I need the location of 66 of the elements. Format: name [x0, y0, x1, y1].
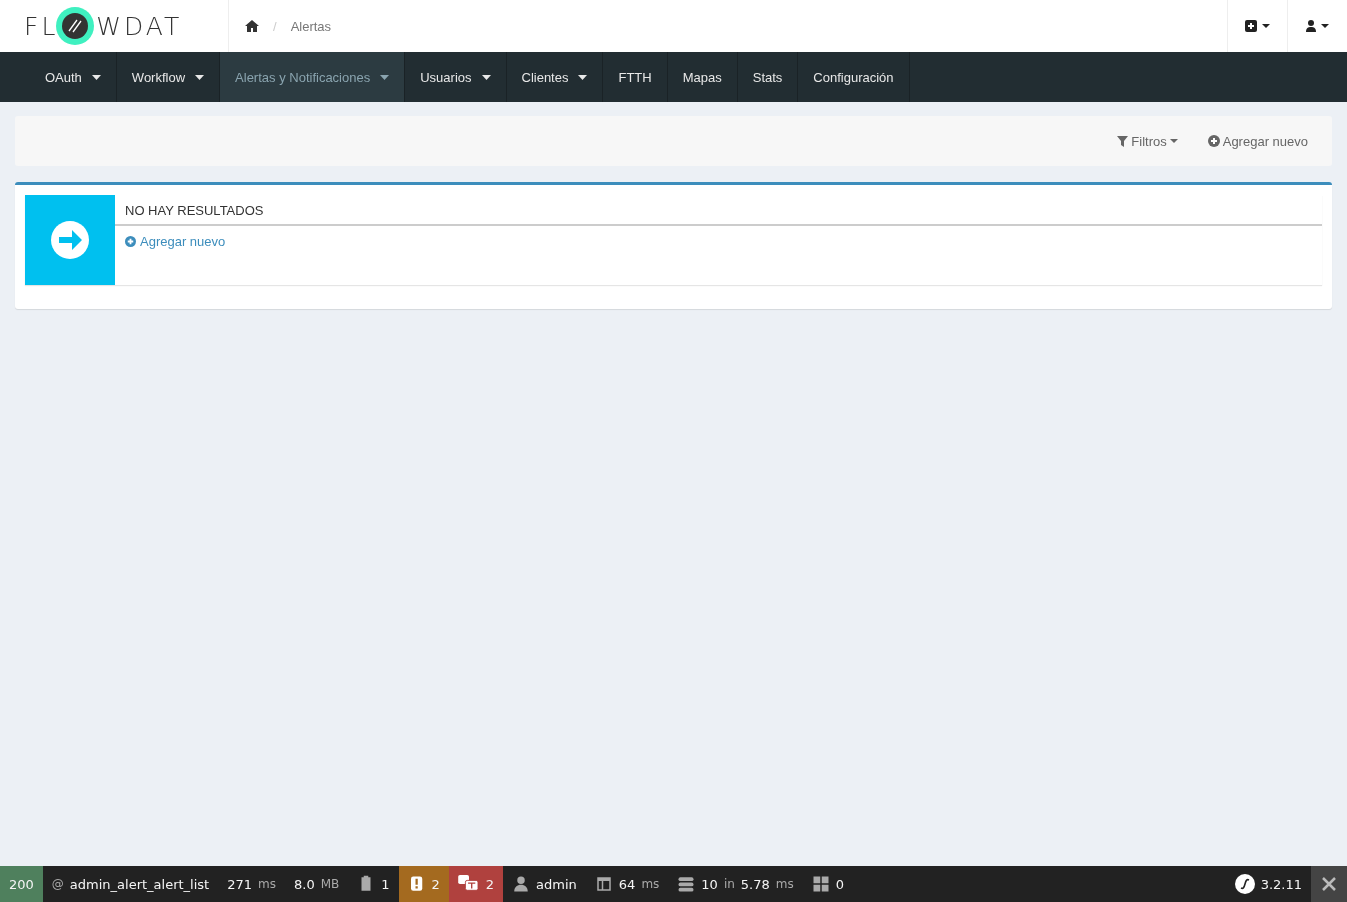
user-icon: [1306, 20, 1316, 32]
toolbar-value: 10: [701, 876, 718, 892]
toolbar-unit: @: [51, 877, 64, 891]
toolbar-item[interactable]: 8.0 MB: [285, 866, 349, 902]
toolbar-item[interactable]: 1: [348, 866, 399, 902]
nav-menu-item[interactable]: Stats: [737, 52, 799, 102]
toolbar-value: 200: [9, 876, 34, 892]
toolbar-unit: MB: [320, 877, 340, 891]
add-new-button[interactable]: Agregar nuevo: [1199, 133, 1316, 149]
toolbar-item[interactable]: 2: [398, 866, 449, 902]
plus-circle-icon: [125, 236, 136, 247]
toolbar-unit: ms: [258, 877, 276, 891]
toolbar-value: 2: [485, 876, 495, 892]
logo-text: WDAT: [96, 11, 183, 41]
toolbar-unit: ms: [641, 877, 660, 891]
nav-menu-item[interactable]: Configuración: [798, 52, 910, 102]
toolbar-value: 2: [431, 876, 440, 892]
toolbar-value: admin_alert_alert_list: [69, 876, 210, 892]
empty-results-title: NO HAY RESULTADOS: [115, 195, 1322, 226]
filters-button[interactable]: Filtros: [1109, 133, 1186, 149]
toolbar-item[interactable]: 64 ms: [585, 866, 669, 902]
toolbar-item[interactable]: 0: [802, 866, 854, 902]
toolbar-item[interactable]: 200: [0, 866, 43, 902]
user-icon: [512, 875, 531, 893]
home-icon[interactable]: [245, 20, 259, 32]
caret-icon: [1169, 139, 1178, 143]
toolbar-item[interactable]: @ admin_alert_alert_list: [42, 866, 219, 902]
nav-menu-item[interactable]: OAuth: [30, 52, 117, 102]
nav-menu-item[interactable]: FTTH: [603, 52, 668, 102]
toolbar-item[interactable]: 10 in 5.78 ms: [668, 866, 803, 902]
nav-menu-item[interactable]: Clientes: [506, 52, 604, 102]
sf-logo-icon: [1234, 874, 1255, 894]
filter-icon: [1117, 135, 1129, 147]
grid-icon: [811, 875, 830, 893]
arrow-circle-icon: [50, 220, 90, 260]
close-button[interactable]: [1311, 866, 1347, 902]
caret-icon: [1321, 24, 1329, 28]
toolbar-unit: in: [723, 877, 735, 891]
plus-circle-icon: [1207, 135, 1220, 147]
framework-version[interactable]: 3.2.11: [1225, 866, 1311, 902]
toolbar-item[interactable]: 2: [448, 866, 504, 902]
breadcrumb-item[interactable]: Alertas: [290, 18, 332, 34]
translation-icon: [457, 875, 480, 893]
logo-ring-icon: [56, 7, 95, 45]
toolbar-value: admin: [536, 876, 577, 892]
toolbar-item[interactable]: admin: [503, 866, 586, 902]
toolbar-value: 1: [381, 876, 390, 892]
logo-text: FL: [24, 11, 59, 41]
add-new-link[interactable]: Agregar nuevo: [115, 226, 236, 257]
toolbar-item[interactable]: 271 ms: [218, 866, 285, 902]
plus-square-icon: [1245, 20, 1257, 32]
nav-menu-item[interactable]: Mapas: [667, 52, 738, 102]
version-text: 3.2.11: [1260, 876, 1302, 892]
breadcrumb-separator: /: [273, 18, 277, 34]
toolbar-value: 64: [618, 876, 636, 892]
toolbar-value: 5.78: [740, 876, 770, 892]
toolbar-value: 0: [835, 876, 845, 892]
toolbar-value: 271: [227, 876, 253, 892]
close-icon: [1321, 876, 1337, 892]
database-icon: [677, 875, 696, 893]
toolbar-unit: ms: [775, 877, 794, 891]
caret-icon: [1262, 24, 1270, 28]
nav-menu-item[interactable]: Alertas y Notificaciones: [220, 52, 406, 102]
layout-icon: [594, 875, 613, 893]
toolbar-value: 8.0: [294, 876, 315, 892]
nav-menu-item[interactable]: Usuarios: [405, 52, 507, 102]
